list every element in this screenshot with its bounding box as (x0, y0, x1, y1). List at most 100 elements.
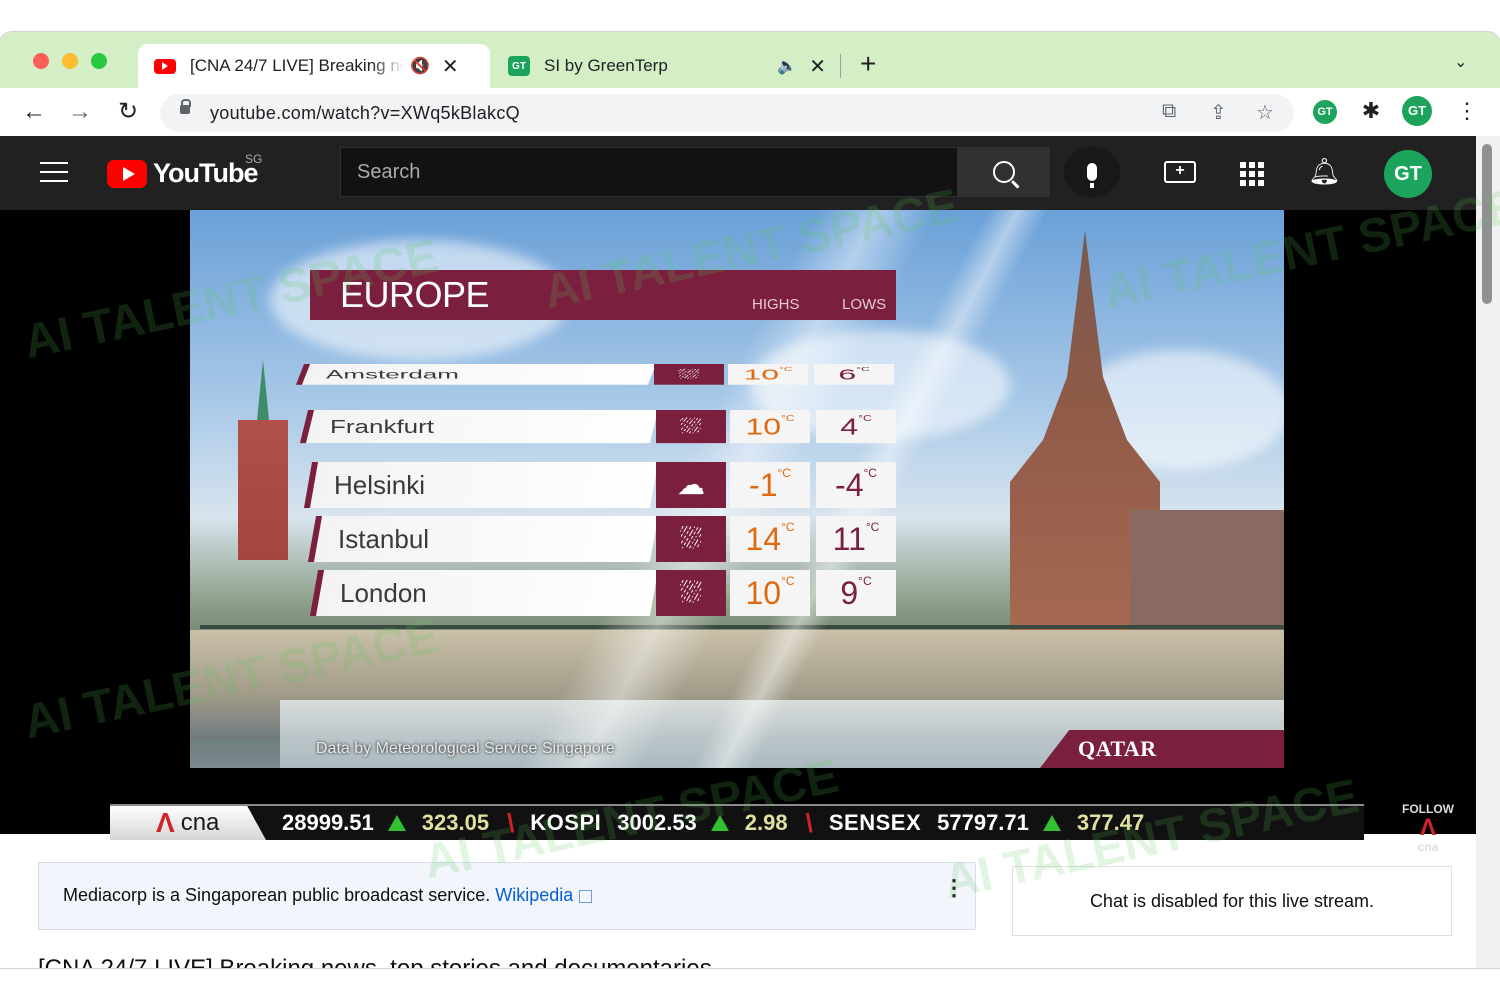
create-video-icon[interactable]: + (1164, 161, 1196, 183)
minimize-window-button[interactable] (62, 53, 78, 69)
tab-strip: [CNA 24/7 LIVE] Breaking news, top stori… (0, 32, 1500, 88)
city-name: London (340, 578, 427, 608)
hamburger-menu-icon[interactable] (40, 162, 68, 182)
bridge (200, 625, 1284, 669)
rain-icon: ⛆ (656, 410, 726, 444)
data-credit: Data by Meteorological Service Singapore (316, 740, 615, 757)
ticker-separator: \ (507, 807, 515, 838)
account-avatar[interactable]: GT (1384, 150, 1432, 198)
information-panel: Mediacorp is a Singaporean public broadc… (38, 862, 976, 930)
stock-ticker: Λ cna 28999.51 323.05 \ KOSPI 3002.53 2.… (110, 804, 1364, 840)
zoom-window-button[interactable] (91, 53, 107, 69)
more-options-icon[interactable]: ⋮ (943, 877, 965, 899)
greenterp-favicon-icon: GT (508, 56, 530, 76)
wikipedia-link[interactable]: Wikipedia (495, 885, 573, 905)
tab-cna-live[interactable]: [CNA 24/7 LIVE] Breaking news, top stori… (138, 44, 490, 88)
tab-title: SI by GreenTerp (544, 56, 668, 75)
voice-search-button[interactable] (1064, 147, 1120, 197)
ticker-change: 377.47 (1076, 810, 1145, 835)
browser-window: [CNA 24/7 LIVE] Breaking news, top stori… (0, 32, 1500, 968)
lock-icon[interactable] (180, 99, 191, 114)
ticker-value: 57797.71 (937, 810, 1029, 835)
back-arrow-icon[interactable]: ← (18, 96, 50, 128)
external-link-icon (579, 889, 593, 903)
close-window-button[interactable] (33, 53, 49, 69)
forward-arrow-icon[interactable]: → (64, 96, 96, 128)
tab-title: [CNA 24/7 LIVE] Breaking news, top stori… (190, 56, 404, 75)
youtube-favicon-icon (154, 58, 176, 74)
rain-icon: ⛆ (654, 364, 724, 385)
video-frame[interactable]: EUROPE HIGHS LOWS Amsterdam ⛆ 10°C 6°C F… (190, 210, 1284, 768)
rain-icon: ⛆ (656, 516, 726, 562)
youtube-logo[interactable]: YouTube SG (107, 152, 262, 189)
browser-menu-icon[interactable]: ⋮ (1452, 96, 1482, 126)
apps-grid-icon[interactable] (1240, 162, 1264, 186)
video-title: [CNA 24/7 LIVE] Breaking news, top stori… (38, 954, 712, 968)
region-title: EUROPE (340, 274, 490, 315)
up-arrow-icon (387, 815, 406, 831)
info-text: Mediacorp is a Singaporean public broadc… (63, 885, 593, 906)
cna-a-logo-icon: Λ (156, 807, 175, 838)
city-name: Amsterdam (326, 367, 459, 382)
scrollbar-thumb[interactable] (1482, 144, 1492, 304)
open-in-app-icon[interactable]: ⧉ (1162, 100, 1176, 123)
city-name: Istanbul (338, 524, 430, 554)
cloud-icon: ☁ (656, 462, 726, 508)
up-arrow-icon (1042, 815, 1061, 831)
close-tab-icon[interactable]: ✕ (442, 54, 459, 79)
low-temp: -4°C (816, 462, 896, 508)
high-temp: 10°C (730, 410, 810, 444)
muted-speaker-icon[interactable]: 🔇 (410, 56, 430, 76)
low-temp: 9°C (816, 570, 896, 616)
ticker-name: KOSPI (530, 810, 602, 835)
weather-header: EUROPE HIGHS LOWS (310, 270, 896, 320)
share-icon[interactable]: ⇪ (1210, 100, 1227, 125)
high-temp: 10°C (730, 570, 810, 616)
extensions-puzzle-icon[interactable]: ✱ (1356, 96, 1386, 126)
ticker-name: SENSEX (828, 810, 922, 835)
bookmark-star-icon[interactable]: ☆ (1256, 100, 1274, 125)
profile-avatar-icon[interactable]: GT (1402, 96, 1432, 126)
highs-label: HIGHS (752, 296, 800, 313)
video-player[interactable]: EUROPE HIGHS LOWS Amsterdam ⛆ 10°C 6°C F… (0, 210, 1476, 854)
tab-search-chevron-icon[interactable]: ⌄ (1454, 52, 1467, 72)
page-scrollbar[interactable] (1476, 136, 1500, 968)
browser-toolbar: ← → ↻ youtube.com/watch?v=XWq5kBlakcQ ⧉ … (0, 88, 1500, 136)
tab-greenterp[interactable]: GT SI by GreenTerp 🔈 ✕ (494, 44, 840, 88)
youtube-header: YouTube SG Search + 🔔︎ GT (0, 136, 1476, 210)
tab-separator (840, 54, 841, 78)
search-input[interactable]: Search (340, 147, 958, 197)
close-tab-icon[interactable]: ✕ (809, 54, 826, 79)
chat-disabled-panel: Chat is disabled for this live stream. (1012, 866, 1452, 936)
address-bar[interactable]: youtube.com/watch?v=XWq5kBlakcQ ⧉ ⇪ ☆ (160, 94, 1294, 132)
notifications-bell-icon[interactable]: 🔔︎ (1308, 156, 1341, 187)
up-arrow-icon (710, 815, 729, 831)
lows-label: LOWS (842, 296, 887, 313)
search-button[interactable] (958, 147, 1050, 197)
follow-brand: cna (1417, 840, 1439, 854)
high-temp: 10°C (728, 364, 808, 385)
cna-logo: Λ cna (110, 806, 266, 840)
low-temp: 11°C (816, 516, 896, 562)
rain-icon: ⛆ (656, 570, 726, 616)
church-tower (238, 360, 288, 560)
speaker-icon[interactable]: 🔈 (777, 56, 797, 76)
ticker-value: 28999.51 (282, 810, 374, 835)
low-temp: 6°C (814, 364, 894, 385)
ticker-brand: cna (180, 809, 220, 836)
youtube-wordmark: YouTube (153, 158, 258, 188)
region-code: SG (245, 152, 263, 166)
follow-cna-badge: FOLLOW Λ cna (1398, 802, 1458, 854)
greenterp-extension-icon[interactable]: GT (1310, 96, 1340, 126)
reload-icon[interactable]: ↻ (112, 96, 144, 128)
city-name: Helsinki (334, 470, 426, 500)
ticker-change: 323.05 (421, 810, 490, 835)
search-icon (993, 161, 1015, 183)
new-tab-button[interactable]: + (860, 50, 876, 78)
url-text: youtube.com/watch?v=XWq5kBlakcQ (210, 103, 520, 123)
sponsor-banner: QATAR (1040, 730, 1284, 768)
ticker-value: 3002.53 (617, 810, 697, 835)
info-description: Mediacorp is a Singaporean public broadc… (63, 885, 491, 905)
ticker-separator: \ (805, 807, 813, 838)
low-temp: 4°C (816, 410, 896, 444)
